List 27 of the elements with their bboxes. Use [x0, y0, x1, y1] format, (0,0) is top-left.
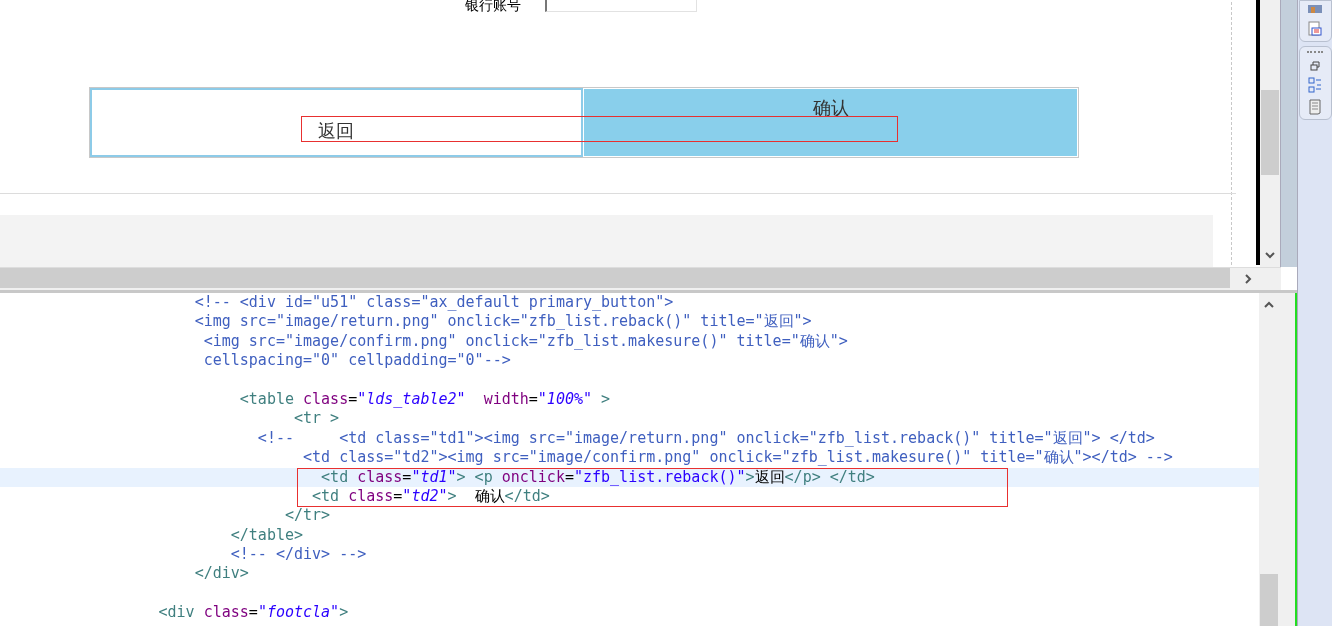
document-icon[interactable] [1308, 99, 1322, 115]
code-line: <img src="image/return.png" onclick="zfb_list.reback()" title="返回"> [193, 312, 812, 331]
code-line: <img src="image/confirm.png" onclick="zfb_list.makesure()" title="确认"> [202, 331, 848, 350]
code-line: <td class="td2"><img src="image/confirm.png" onclick="zfb_list.makesure()" title="确认"></td> --> [302, 448, 1173, 467]
code-line: <table class="lds_table2" width="100%" > [238, 389, 611, 408]
scrollbar-thumb[interactable] [1261, 90, 1279, 175]
code-line: </div> [193, 564, 249, 583]
code-line: <!-- <div id="u51" class="ax_default primary_button"> [193, 293, 674, 311]
back-button[interactable]: 返回 [90, 88, 583, 157]
code-line: <!-- <td class="td1"><img src="image/return.png" onclick="zfb_list.reback()" title="返回"> </td> [256, 428, 1155, 447]
outline-icon[interactable] [1308, 77, 1322, 93]
code-line: <td class="td2"> 确认</td> [311, 486, 550, 505]
code-line: </tr> [283, 506, 331, 525]
palette-icon[interactable] [1307, 5, 1323, 15]
code-line: </table> [229, 525, 303, 544]
code-line: cellspacing="0" cellpadding="0"--> [202, 351, 511, 370]
code-line: <!-- </div> --> [229, 545, 367, 564]
code-line: <td class="td1"> <p onclick="zfb_list.reback()">返回</p> </td> [320, 467, 875, 486]
restore-icon[interactable] [1310, 61, 1320, 71]
confirm-button[interactable]: 确认 [583, 88, 1078, 157]
form-icon[interactable] [1308, 21, 1322, 37]
code-line: <div class="footcla"> [157, 603, 349, 622]
scroll-right-icon[interactable] [1242, 273, 1254, 286]
scrollbar-thumb[interactable] [1260, 574, 1279, 626]
bank-account-field[interactable] [545, 0, 697, 12]
code-line: <tr > [293, 409, 340, 428]
scrollbar-thumb[interactable] [0, 268, 1230, 289]
